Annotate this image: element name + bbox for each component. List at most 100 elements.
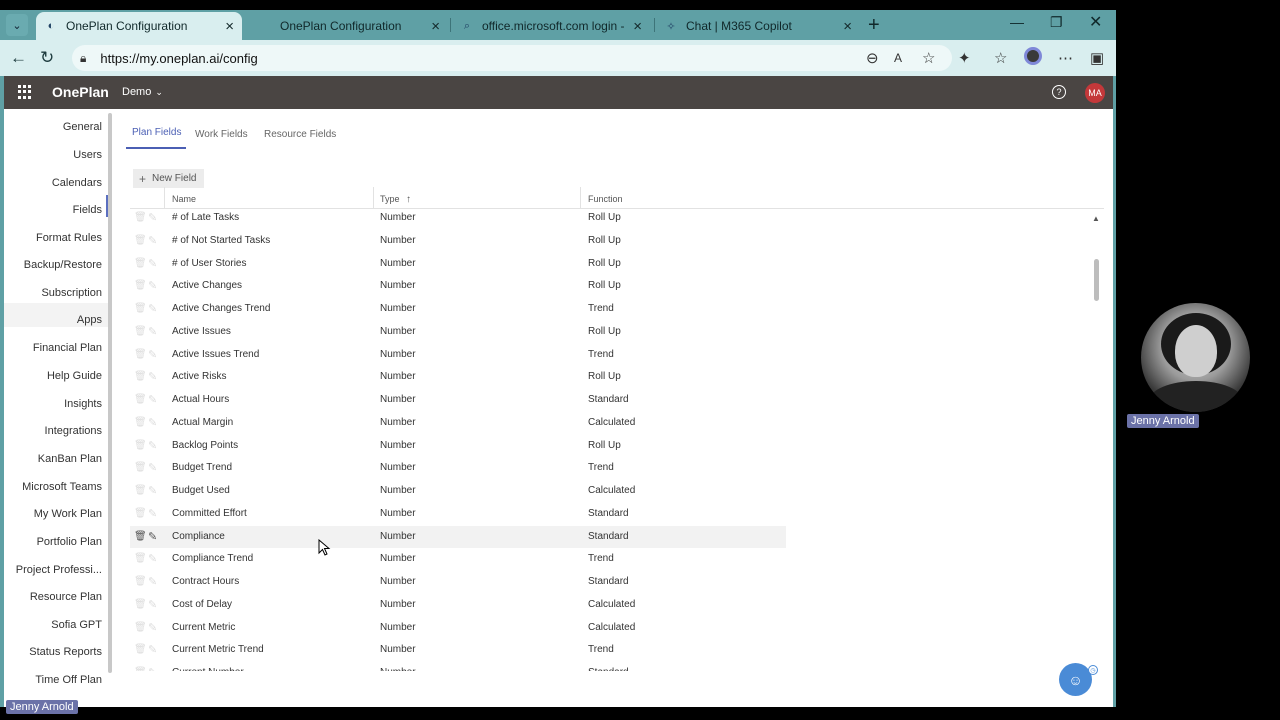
sidebar-item-resource-plan[interactable]: Resource Plan [30, 591, 102, 603]
edit-icon[interactable]: ✎ [148, 552, 157, 565]
minimize-icon[interactable]: — [1010, 14, 1024, 30]
delete-icon[interactable]: 🗑︎ [134, 644, 147, 655]
edit-icon[interactable]: ✎ [148, 393, 157, 406]
restore-icon[interactable]: ❐ [1050, 14, 1063, 31]
new-field-button[interactable]: + New Field [133, 169, 204, 188]
edit-icon[interactable]: ✎ [148, 484, 157, 497]
table-row[interactable]: 🗑︎ ✎ Contract Hours Number Standard [130, 571, 786, 594]
column-function-header[interactable]: Function [588, 194, 623, 204]
app-launcher-icon[interactable] [18, 85, 32, 99]
edit-icon[interactable]: ✎ [148, 416, 157, 429]
delete-icon[interactable]: 🗑︎ [134, 349, 147, 360]
table-row[interactable]: 🗑︎ ✎ Budget Trend Number Trend [130, 457, 786, 480]
table-row[interactable]: 🗑︎ ✎ Compliance Trend Number Trend [130, 548, 786, 571]
delete-icon[interactable]: 🗑︎ [134, 371, 147, 382]
delete-icon[interactable]: 🗑︎ [134, 303, 147, 314]
edit-icon[interactable]: ✎ [148, 302, 157, 315]
workspace-selector[interactable]: Demo ⌄ [122, 86, 163, 98]
delete-icon[interactable]: 🗑︎ [134, 212, 147, 223]
sidebar-item-help-guide[interactable]: Help Guide [47, 370, 102, 382]
table-row[interactable]: 🗑︎ ✎ Actual Margin Number Calculated [130, 412, 786, 435]
sidebar-scrollbar[interactable] [108, 113, 112, 673]
edit-icon[interactable]: ✎ [148, 666, 157, 671]
sidebar-toggle-icon[interactable]: ▣ [1090, 49, 1104, 67]
delete-icon[interactable]: 🗑︎ [134, 508, 147, 519]
table-row[interactable]: 🗑︎ ✎ Active Risks Number Roll Up [130, 366, 786, 389]
tab-resource-fields[interactable]: Resource Fields [264, 129, 336, 140]
tab-plan-fields[interactable]: Plan Fields [132, 127, 181, 138]
edit-icon[interactable]: ✎ [148, 234, 157, 247]
sidebar-item-integrations[interactable]: Integrations [45, 425, 102, 437]
edit-icon[interactable]: ✎ [148, 507, 157, 520]
delete-icon[interactable]: 🗑︎ [134, 326, 147, 337]
sidebar-item-microsoft-teams[interactable]: Microsoft Teams [22, 481, 102, 493]
sidebar-item-kanban-plan[interactable]: KanBan Plan [38, 453, 102, 465]
edit-icon[interactable]: ✎ [148, 461, 157, 474]
favorites-icon[interactable]: ☆ [994, 49, 1007, 67]
delete-icon[interactable]: 🗑︎ [134, 417, 147, 428]
column-name-header[interactable]: Name [172, 194, 196, 204]
delete-icon[interactable]: 🗑︎ [134, 235, 147, 246]
delete-icon[interactable]: 🗑︎ [134, 667, 147, 671]
sidebar-item-subscription[interactable]: Subscription [41, 287, 102, 299]
sidebar-item-format-rules[interactable]: Format Rules [36, 232, 102, 244]
table-row[interactable]: 🗑︎ ✎ Active Changes Number Roll Up [130, 275, 786, 298]
delete-icon[interactable]: 🗑︎ [134, 280, 147, 291]
sidebar-item-apps[interactable]: Apps [77, 314, 102, 326]
table-row[interactable]: 🗑︎ ✎ Active Changes Trend Number Trend [130, 298, 786, 321]
delete-icon[interactable]: 🗑︎ [134, 622, 147, 633]
chat-assistant-button[interactable]: ☺ [1059, 663, 1092, 696]
profile-icon[interactable] [1024, 47, 1042, 69]
browser-tab-4[interactable]: ✧ Chat | M365 Copilot × [656, 12, 860, 40]
column-type-header[interactable]: Type ↑ [380, 194, 411, 205]
delete-icon[interactable]: 🗑︎ [134, 440, 147, 451]
grid-scrollbar-thumb[interactable] [1094, 259, 1099, 301]
sidebar-item-sofia-gpt[interactable]: Sofia GPT [51, 619, 102, 631]
close-tab-icon[interactable]: × [431, 18, 440, 35]
tab-actions-button[interactable]: ⌄ [6, 14, 28, 36]
sidebar-item-portfolio-plan[interactable]: Portfolio Plan [37, 536, 102, 548]
browser-tab-1[interactable]: ◐ OnePlan Configuration × [36, 12, 242, 40]
sidebar-item-time-off-plan[interactable]: Time Off Plan [35, 674, 102, 686]
delete-icon[interactable]: 🗑︎ [134, 394, 147, 405]
table-row[interactable]: 🗑︎ ✎ Backlog Points Number Roll Up [130, 435, 786, 458]
sidebar-item-users[interactable]: Users [73, 149, 102, 161]
tab-work-fields[interactable]: Work Fields [195, 129, 248, 140]
close-window-icon[interactable]: ✕ [1089, 12, 1102, 32]
table-row[interactable]: 🗑︎ ✎ Active Issues Trend Number Trend [130, 344, 786, 367]
sidebar-item-project-professi[interactable]: Project Professi... [16, 564, 102, 576]
edit-icon[interactable]: ✎ [148, 257, 157, 270]
refresh-icon[interactable]: ↻ [40, 48, 54, 68]
sidebar-item-general[interactable]: General [63, 121, 102, 133]
close-tab-icon[interactable]: × [225, 18, 234, 35]
edit-icon[interactable]: ✎ [148, 621, 157, 634]
edit-icon[interactable]: ✎ [148, 211, 157, 224]
user-avatar[interactable]: MA [1085, 83, 1105, 103]
table-row[interactable]: 🗑︎ ✎ Active Issues Number Roll Up [130, 321, 786, 344]
close-tab-icon[interactable]: × [633, 18, 642, 35]
sidebar-item-calendars[interactable]: Calendars [52, 177, 102, 189]
new-tab-icon[interactable]: + [868, 15, 880, 35]
table-row[interactable]: 🗑︎ ✎ Cost of Delay Number Calculated [130, 594, 786, 617]
sidebar-item-backup-restore[interactable]: Backup/Restore [24, 259, 102, 271]
edit-icon[interactable]: ✎ [148, 348, 157, 361]
table-row[interactable]: 🗑︎ ✎ Actual Hours Number Standard [130, 389, 786, 412]
edit-icon[interactable]: ✎ [148, 439, 157, 452]
edit-icon[interactable]: ✎ [148, 643, 157, 656]
favorite-star-icon[interactable]: ☆ [922, 49, 935, 67]
edit-icon[interactable]: ✎ [148, 598, 157, 611]
help-icon[interactable]: ? [1052, 85, 1066, 99]
address-bar[interactable]: 🔒︎ https://my.oneplan.ai/config [72, 45, 952, 71]
delete-icon[interactable]: 🗑︎ [134, 258, 147, 269]
edit-icon[interactable]: ✎ [148, 575, 157, 588]
sidebar-item-status-reports[interactable]: Status Reports [29, 646, 102, 658]
table-row[interactable]: 🗑︎ ✎ Budget Used Number Calculated [130, 480, 786, 503]
table-row[interactable]: 🗑︎ ✎ # of Not Started Tasks Number Roll Up [130, 230, 786, 253]
browser-tab-2[interactable]: OnePlan Configuration × [250, 12, 448, 40]
delete-icon[interactable]: 🗑︎ [134, 531, 147, 542]
sidebar-item-financial-plan[interactable]: Financial Plan [33, 342, 102, 354]
table-row[interactable]: 🗑︎ ✎ Committed Effort Number Standard [130, 503, 786, 526]
read-aloud-icon[interactable]: A [894, 51, 902, 65]
table-row[interactable]: 🗑︎ ✎ # of User Stories Number Roll Up [130, 253, 786, 276]
table-row[interactable]: 🗑︎ ✎ Current Metric Number Calculated [130, 617, 786, 640]
